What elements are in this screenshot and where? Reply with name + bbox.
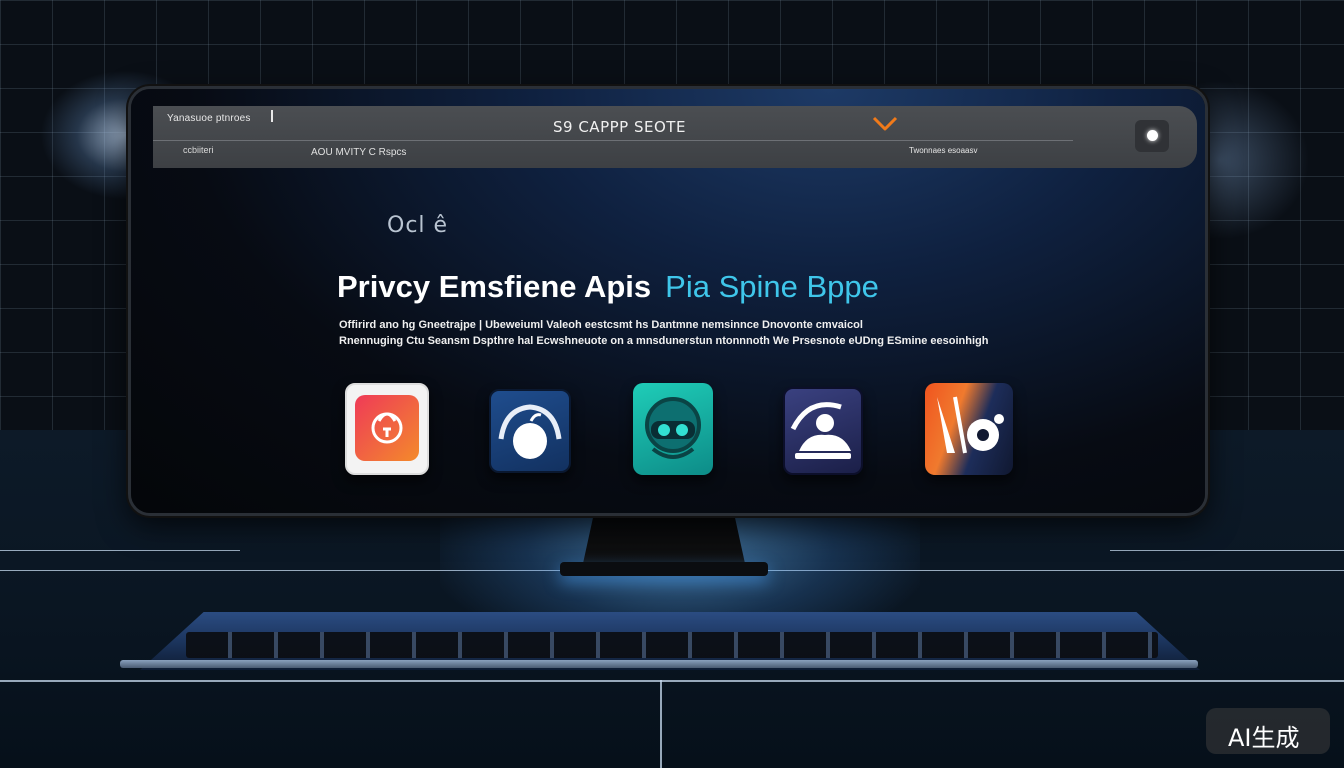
- nav-link-left[interactable]: ccbiiteri: [183, 145, 214, 155]
- person-icon: [790, 402, 851, 459]
- vr-headset-icon: [645, 397, 701, 459]
- vr-headset-app-icon[interactable]: [633, 383, 713, 475]
- apple-app-icon[interactable]: [489, 389, 571, 473]
- toolbar-top-row: Yanasuoe ptnroes S9 CAPPP SEOTE: [153, 106, 1073, 141]
- figure-app-icon[interactable]: [783, 387, 863, 475]
- browser-toolbar: Yanasuoe ptnroes S9 CAPPP SEOTE ccbiiter…: [153, 106, 1197, 168]
- apple-icon: [498, 404, 562, 459]
- screen: Yanasuoe ptnroes S9 CAPPP SEOTE ccbiiter…: [131, 89, 1205, 513]
- record-button[interactable]: [1135, 120, 1169, 152]
- nav-link-center[interactable]: AOU MVITY C Rspcs: [311, 147, 406, 158]
- floor-line: [1110, 550, 1344, 551]
- floor-line: [660, 680, 662, 768]
- brand-logo: Ocl ê: [387, 213, 449, 238]
- subtext-line: Offirird ano hg Gneetrajpe | Ubeweiuml V…: [339, 319, 863, 331]
- monitor-base: [560, 562, 768, 576]
- subtext-line: Rnennuging Ctu Seansm Dspthre hal Ecwshn…: [339, 335, 989, 347]
- lock-icon: [371, 412, 403, 444]
- toolbar-nav-row: ccbiiteri AOU MVITY C Rspcs: [153, 141, 1197, 168]
- floor-line: [0, 680, 1344, 682]
- chevron-down-icon[interactable]: [871, 115, 899, 133]
- headline: Privcy Emsfiene Apis Pia Spine Bppe: [337, 269, 879, 305]
- keyboard-keys: [186, 632, 1158, 658]
- site-label[interactable]: Yanasuoe ptnroes: [167, 113, 251, 124]
- headline-main: Privcy Emsfiene Apis: [337, 269, 652, 304]
- watermark-text: AI生成: [1228, 724, 1300, 752]
- keyboard-edge: [120, 660, 1198, 668]
- ai-generated-badge: AI生成: [1206, 708, 1330, 754]
- monitor: Yanasuoe ptnroes S9 CAPPP SEOTE ccbiiter…: [128, 86, 1208, 516]
- page-title: S9 CAPPP SEOTE: [553, 118, 686, 136]
- app-tile: [355, 395, 419, 461]
- monitor-stand: [582, 508, 746, 568]
- media-app-icon[interactable]: [925, 383, 1013, 475]
- red-app-icon[interactable]: [345, 383, 429, 475]
- dot-icon: [1147, 130, 1158, 141]
- floor-line: [0, 550, 240, 551]
- disc-icon: [937, 396, 1004, 454]
- account-label[interactable]: Twonnaes esoaasv: [909, 146, 978, 155]
- headline-accent: Pia Spine Bppe: [665, 269, 879, 304]
- text-caret: [271, 110, 273, 122]
